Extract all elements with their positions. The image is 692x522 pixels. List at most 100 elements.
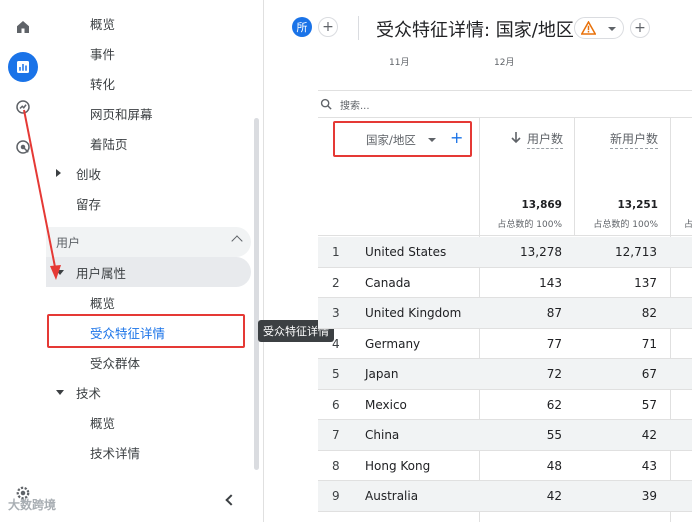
table-row[interactable]: 7 China 55 42 — [318, 420, 692, 451]
watermark: 大数跨境 — [8, 498, 57, 512]
table-row[interactable]: 5 Japan 72 67 — [318, 359, 692, 390]
nav-item-events[interactable]: 事件 — [46, 38, 251, 68]
header-divider — [358, 16, 359, 40]
nav-item-user-attributes[interactable]: 用户属性 — [46, 257, 251, 287]
nav-item-overview[interactable]: 概览 — [46, 8, 251, 38]
icon-rail — [0, 0, 46, 522]
table-row[interactable]: 4 Germany 77 71 — [318, 329, 692, 359]
home-icon[interactable] — [8, 12, 38, 42]
nav-item-tech-details[interactable]: 技术详情 — [46, 437, 251, 467]
users-cell: 62 — [546, 397, 562, 412]
new-users-cell: 67 — [641, 367, 657, 381]
nav-item-monetization[interactable]: 创收 — [46, 158, 251, 188]
total-new-users-pct: 占总数的 100% — [593, 220, 658, 230]
metric-header-new-users[interactable]: 新用户数 — [610, 130, 659, 149]
nav-item-tech-overview[interactable]: 概览 — [46, 407, 251, 437]
search-icon — [320, 98, 332, 110]
users-cell: 55 — [546, 428, 562, 442]
users-cell: 13,278 — [520, 245, 562, 259]
dimension-dropdown-icon[interactable] — [428, 138, 436, 142]
row-index: 4 — [332, 336, 340, 351]
total-users: 13,869 — [521, 199, 562, 211]
section-user[interactable]: 用户 — [46, 227, 251, 257]
collapse-nav-button[interactable] — [214, 488, 244, 512]
new-users-cell: 42 — [641, 428, 657, 442]
country-cell: United Kingdom — [365, 306, 462, 320]
warning-dropdown[interactable] — [574, 17, 624, 39]
users-cell: 48 — [546, 458, 562, 473]
chart-month-label: 12月 — [494, 58, 515, 68]
users-cell: 87 — [546, 306, 562, 320]
row-index: 9 — [332, 489, 340, 503]
table-row[interactable]: 3 United Kingdom 87 82 — [318, 298, 692, 329]
nav-panel: 概览 事件 转化 网页和屏幕 着陆页 创收 留存 用户 用户属性 概览 受众特征… — [46, 0, 264, 522]
country-cell: Japan — [365, 367, 399, 381]
new-users-cell: 43 — [641, 458, 657, 473]
warning-icon — [581, 21, 596, 35]
reports-icon[interactable] — [8, 52, 38, 82]
collapse-caret-icon — [56, 270, 64, 275]
nav-item-audiences[interactable]: 受众群体 — [46, 347, 251, 377]
highlight-box-nav — [47, 314, 245, 348]
table-row[interactable]: 9 Australia 42 39 — [318, 481, 692, 512]
nav-item-retention[interactable]: 留存 — [46, 188, 251, 218]
explore-icon[interactable] — [8, 92, 38, 122]
column-divider — [574, 118, 575, 236]
advertising-icon[interactable] — [8, 132, 38, 162]
add-comparison-icon[interactable]: + — [318, 17, 338, 37]
nav-item-pages-screens[interactable]: 网页和屏幕 — [46, 98, 251, 128]
nav-item-conversions[interactable]: 转化 — [46, 68, 251, 98]
row-index: 3 — [332, 306, 340, 320]
expand-caret-icon — [56, 169, 61, 177]
total-users-pct: 占总数的 100% — [497, 220, 562, 230]
row-index: 6 — [332, 397, 340, 412]
new-users-cell: 12,713 — [615, 245, 657, 259]
new-users-cell: 39 — [641, 489, 657, 503]
row-index: 7 — [332, 428, 340, 442]
total-cutoff: 占 — [684, 220, 692, 230]
table-row[interactable]: 6 Mexico 62 57 — [318, 390, 692, 420]
table-row[interactable]: 2 Canada 143 137 — [318, 268, 692, 298]
users-cell: 77 — [546, 336, 562, 351]
dimension-selector[interactable]: 国家/地区 — [366, 132, 416, 148]
country-cell: Canada — [365, 275, 411, 290]
property-badge[interactable]: 所 — [292, 17, 312, 37]
sort-desc-icon[interactable] — [511, 131, 521, 144]
total-new-users: 13,251 — [617, 199, 658, 211]
chart-month-label: 11月 — [389, 58, 410, 68]
page-header: 所 + 受众特征详情: 国家/地区 + — [264, 0, 692, 56]
row-index: 1 — [332, 245, 340, 259]
chevron-left-icon — [224, 494, 237, 506]
nav-item-landing-page[interactable]: 着陆页 — [46, 128, 251, 158]
users-cell: 72 — [546, 367, 562, 381]
table-search[interactable]: 搜索... — [318, 90, 692, 118]
search-input[interactable]: 搜索... — [340, 97, 370, 112]
country-cell: Germany — [365, 336, 421, 351]
new-users-cell: 82 — [641, 306, 657, 320]
users-cell: 42 — [546, 489, 562, 503]
metric-header-users[interactable]: 用户数 — [527, 130, 564, 149]
new-users-cell: 57 — [641, 397, 657, 412]
nav-item-tech[interactable]: 技术 — [46, 377, 251, 407]
country-cell: China — [365, 428, 400, 442]
new-users-cell: 137 — [634, 275, 657, 290]
new-users-cell: 71 — [641, 336, 657, 351]
row-index: 8 — [332, 458, 340, 473]
country-cell: Australia — [365, 489, 419, 503]
country-cell: Mexico — [365, 397, 407, 412]
table-row[interactable]: 8 Hong Kong 48 43 — [318, 451, 692, 481]
add-icon[interactable]: + — [630, 18, 650, 38]
table-row[interactable]: 1 United States 13,278 12,713 — [318, 237, 692, 268]
country-cell: United States — [365, 245, 447, 259]
chevron-up-icon — [231, 235, 243, 247]
add-dimension-icon[interactable]: + — [450, 128, 463, 147]
nav-scrollbar[interactable] — [254, 118, 259, 470]
row-index: 5 — [332, 367, 340, 381]
page-title: 受众特征详情: 国家/地区 — [376, 20, 574, 41]
country-cell: Hong Kong — [365, 458, 431, 473]
collapse-caret-icon — [56, 390, 64, 395]
row-index: 2 — [332, 275, 340, 290]
nav-item-user-overview[interactable]: 概览 — [46, 287, 251, 317]
dropdown-caret-icon — [608, 27, 616, 31]
users-cell: 143 — [539, 275, 562, 290]
